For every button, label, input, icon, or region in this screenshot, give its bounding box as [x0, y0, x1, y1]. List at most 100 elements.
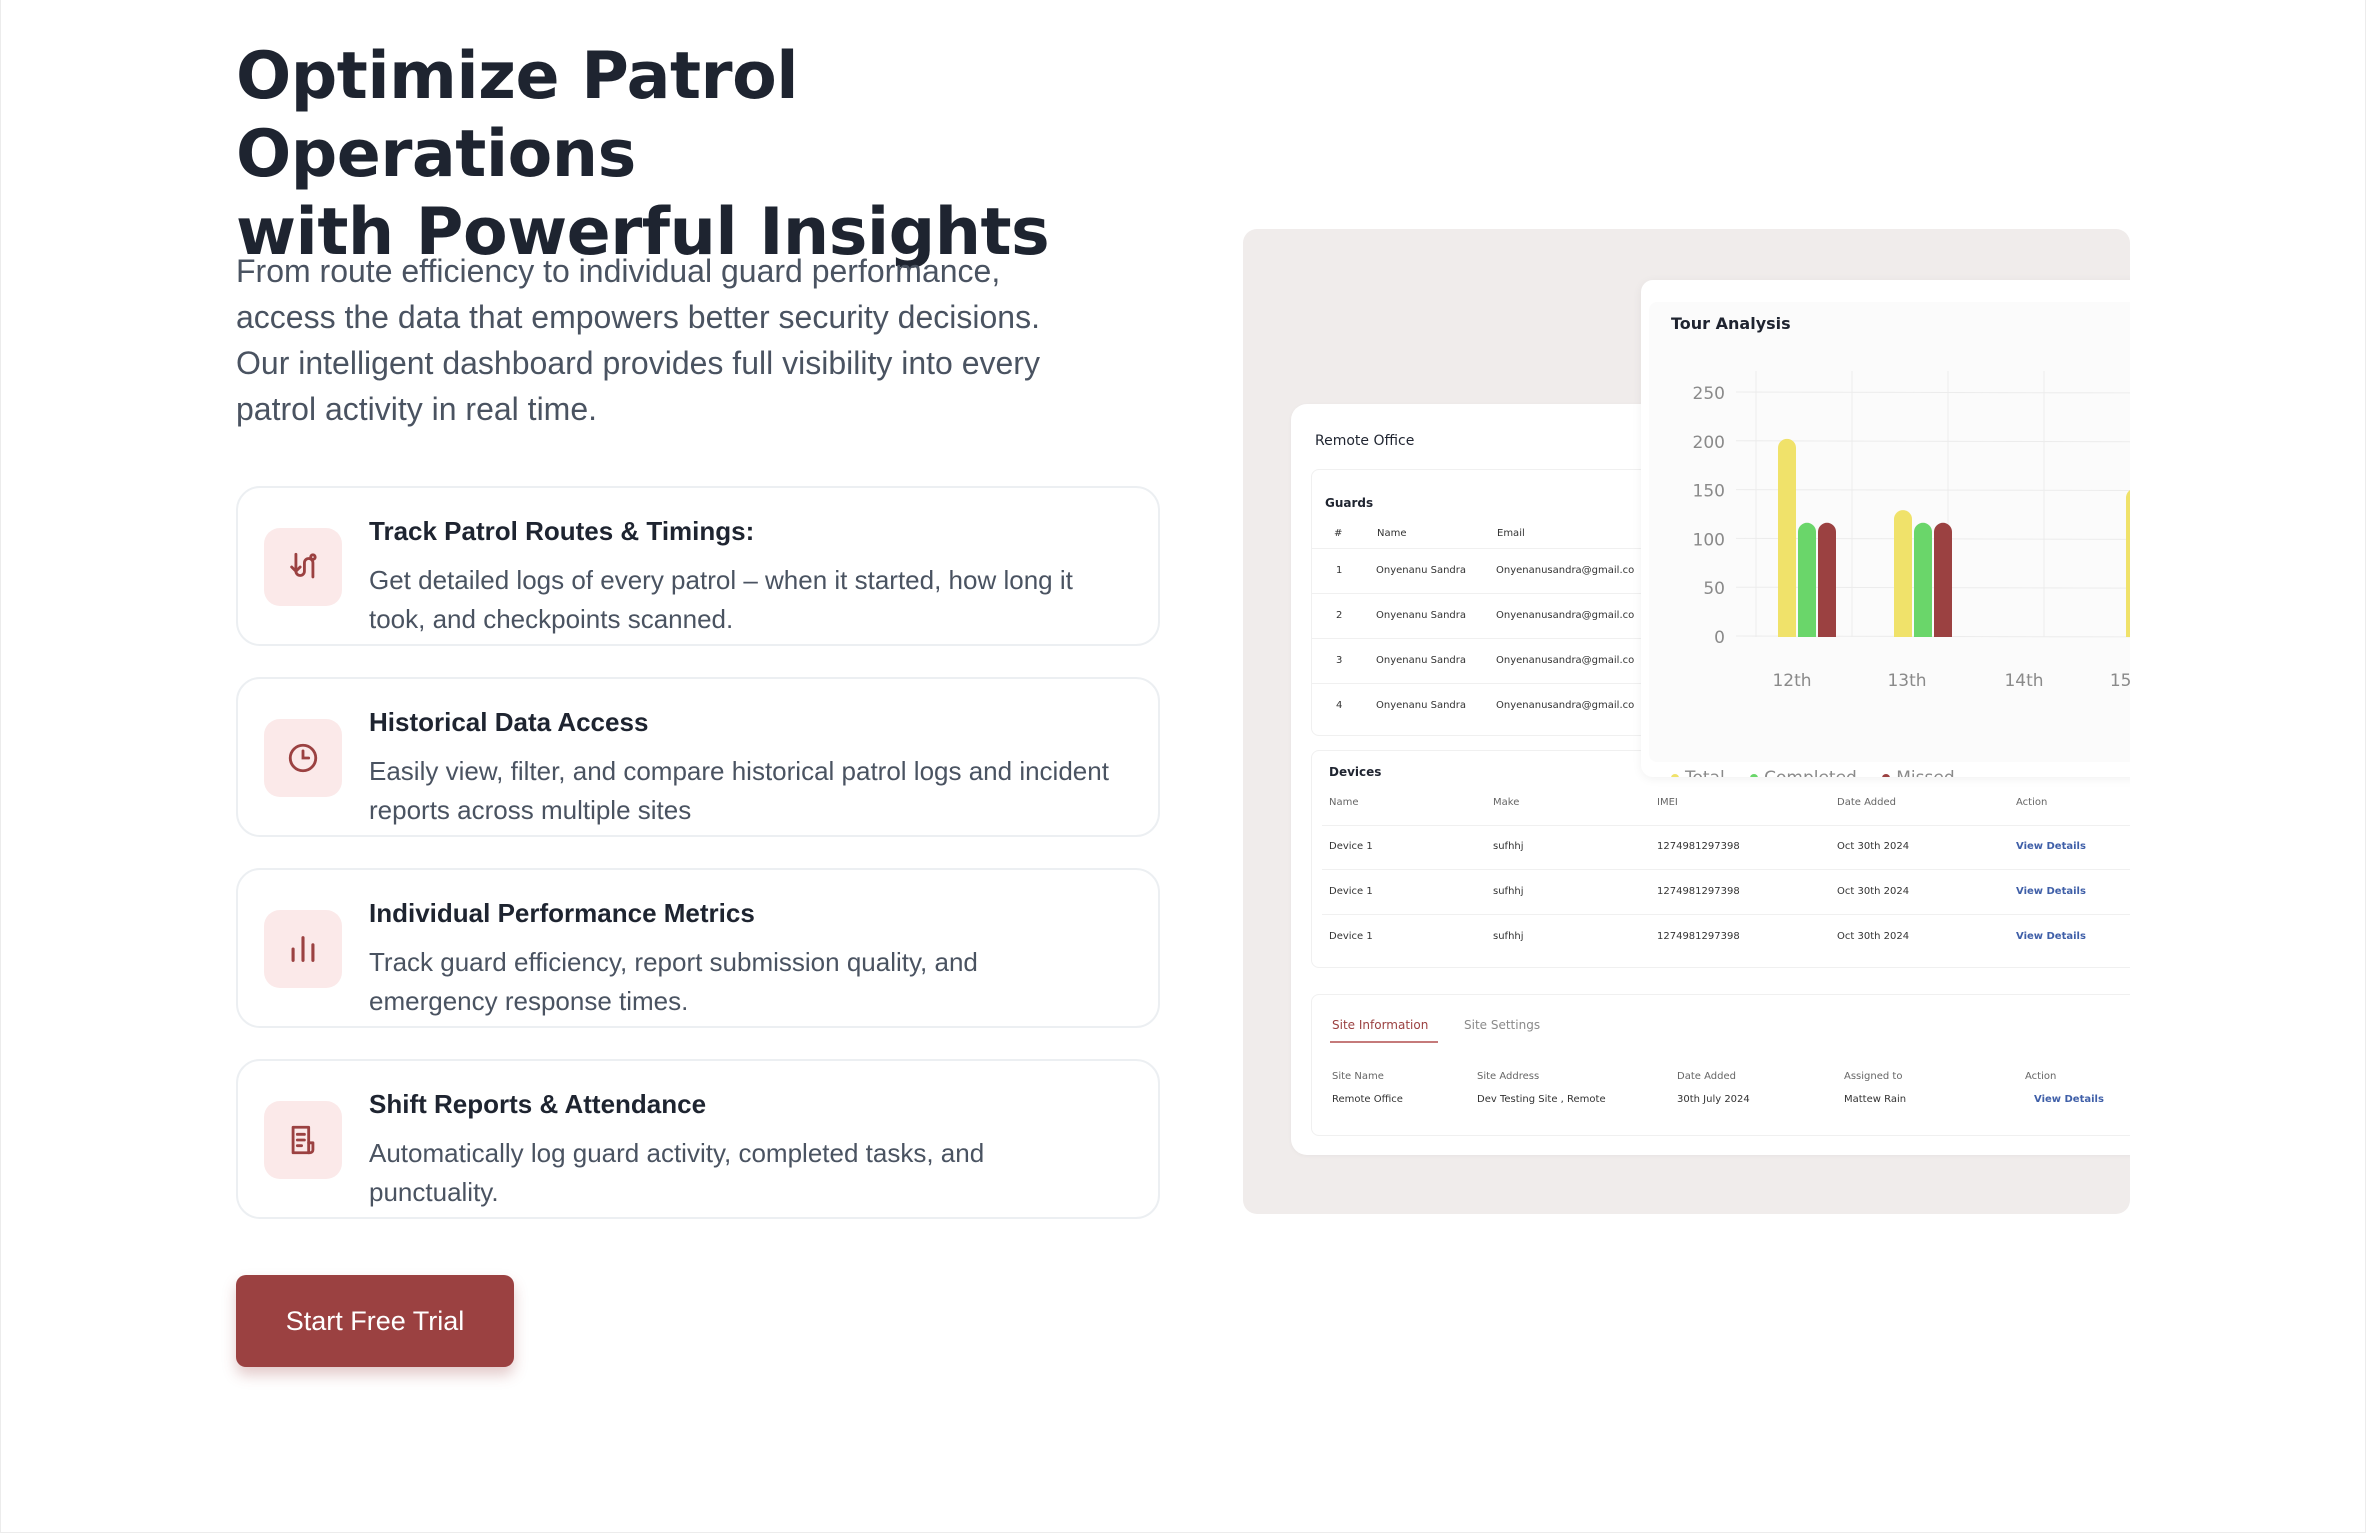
- guard-name: Onyenanu Sandra: [1376, 565, 1466, 576]
- site-info-label: Action: [2025, 1071, 2057, 1082]
- site-title: Remote Office: [1315, 433, 1415, 449]
- feature-title: Track Patrol Routes & Timings:: [369, 516, 755, 546]
- device-name: Device 1: [1329, 886, 1373, 897]
- y-tick-label: 150: [1693, 482, 1725, 502]
- view-details-link[interactable]: View Details: [2016, 886, 2086, 897]
- site-info-label: Assigned to: [1844, 1071, 1903, 1082]
- site-info-label: Date Added: [1677, 1071, 1736, 1082]
- feature-list: Track Patrol Routes & Timings: Get detai…: [236, 486, 1160, 1250]
- feature-card-routes: Track Patrol Routes & Timings: Get detai…: [236, 486, 1160, 646]
- guard-email: Onyenanusandra@gmail.co: [1496, 700, 1635, 711]
- bar-base-completed-12th: [1798, 627, 1816, 637]
- guard-email: Onyenanusandra@gmail.co: [1496, 655, 1635, 666]
- legend-swatch: [1750, 774, 1759, 777]
- device-name: Device 1: [1329, 841, 1373, 852]
- y-tick-label: 250: [1693, 384, 1725, 404]
- table-row: 4 Onyenanu Sandra Onyenanusandra@gmail.c…: [1312, 684, 1642, 728]
- device-imei: 1274981297398: [1657, 886, 1740, 897]
- guards-header-row: # Name Email: [1312, 518, 1642, 549]
- guards-header-cell: Name: [1377, 528, 1407, 539]
- table-row: Device 1 sufhhj 1274981297398 Oct 30th 2…: [1322, 825, 2130, 870]
- guards-header-cell: #: [1334, 528, 1343, 539]
- site-assigned-to-value: Mattew Rain: [1844, 1094, 1907, 1105]
- devices-header-row: Name Make IMEI Date Added Action: [1322, 781, 2130, 826]
- y-tick-label: 100: [1693, 530, 1725, 550]
- tour-analysis-chart: 0 50 100 150 200 250 12th 13th 14th 15t: [1693, 371, 2130, 691]
- legend-swatch: [1882, 774, 1891, 777]
- feature-card-history: Historical Data Access Easily view, filt…: [236, 677, 1160, 837]
- devices-title: Devices: [1329, 765, 1382, 779]
- legend-label: Total: [1685, 768, 1725, 777]
- device-make: sufhhj: [1493, 931, 1524, 942]
- devices-header-cell: Make: [1493, 797, 1520, 808]
- feature-title: Historical Data Access: [369, 707, 649, 737]
- tour-analysis-card: Tour Analysis 0 50 100 150 200 250 12th 13th 14t…: [1641, 280, 2130, 777]
- guard-email: Onyenanusandra@gmail.co: [1496, 610, 1635, 621]
- feature-description: Easily view, filter, and compare histori…: [369, 756, 1109, 825]
- bar-base-total-12th: [1778, 627, 1796, 637]
- feature-card-performance: Individual Performance Metrics Track gua…: [236, 868, 1160, 1028]
- bar-total-12th: [1778, 438, 1796, 637]
- start-free-trial-button[interactable]: Start Free Trial: [236, 1275, 514, 1367]
- table-row: Device 1 sufhhj 1274981297398 Oct 30th 2…: [1322, 915, 2130, 959]
- table-row: Device 1 sufhhj 1274981297398 Oct 30th 2…: [1322, 870, 2130, 915]
- legend-swatch: [1671, 774, 1679, 777]
- devices-header-cell: Date Added: [1837, 797, 1896, 808]
- x-tick-label: 14th: [2004, 671, 2043, 691]
- route-icon: [264, 528, 342, 606]
- report-icon: [264, 1101, 342, 1179]
- site-info-label: Site Address: [1477, 1071, 1540, 1082]
- devices-header-cell: Action: [2016, 797, 2048, 808]
- tab-site-information[interactable]: Site Information: [1332, 1018, 1428, 1032]
- site-name-value: Remote Office: [1332, 1094, 1403, 1105]
- guard-index: 4: [1336, 700, 1343, 711]
- feature-card-shift-reports: Shift Reports & Attendance Automatically…: [236, 1059, 1160, 1219]
- feature-description: Automatically log guard activity, comple…: [369, 1138, 985, 1207]
- site-info-label: Site Name: [1332, 1071, 1384, 1082]
- guard-index: 3: [1336, 655, 1343, 666]
- title-line-1: Optimize Patrol Operations: [236, 39, 799, 192]
- device-imei: 1274981297398: [1657, 841, 1740, 852]
- feature-description: Track guard efficiency, report submissio…: [369, 947, 978, 1016]
- clock-icon: [264, 719, 342, 797]
- table-row: 2 Onyenanu Sandra Onyenanusandra@gmail.c…: [1312, 594, 1642, 639]
- bar-base-missed-12th: [1818, 627, 1836, 637]
- device-make: sufhhj: [1493, 886, 1524, 897]
- bar-base-total-13th: [1894, 627, 1912, 637]
- guards-title: Guards: [1325, 496, 1374, 510]
- bar-base-missed-13th: [1934, 627, 1952, 637]
- legend-item-completed: Completed: [1750, 768, 1857, 777]
- guard-index: 2: [1336, 610, 1343, 621]
- guard-name: Onyenanu Sandra: [1376, 655, 1466, 666]
- page-title: Optimize Patrol Operations with Powerful…: [236, 38, 1216, 272]
- y-tick-label: 200: [1693, 433, 1725, 453]
- devices-header-cell: IMEI: [1657, 797, 1678, 808]
- guard-index: 1: [1336, 565, 1343, 576]
- bar-missed-12th: [1818, 522, 1836, 637]
- bar-chart-icon: [264, 910, 342, 988]
- guard-name: Onyenanu Sandra: [1376, 610, 1466, 621]
- view-details-link[interactable]: View Details: [2034, 1094, 2104, 1105]
- bar-total-13th: [1894, 510, 1912, 637]
- device-imei: 1274981297398: [1657, 931, 1740, 942]
- view-details-link[interactable]: View Details: [2016, 841, 2086, 852]
- view-details-link[interactable]: View Details: [2016, 931, 2086, 942]
- hero-description: From route efficiency to individual guar…: [236, 253, 1040, 427]
- tab-site-settings[interactable]: Site Settings: [1464, 1018, 1540, 1032]
- device-date-added: Oct 30th 2024: [1837, 886, 1910, 897]
- device-date-added: Oct 30th 2024: [1837, 931, 1910, 942]
- dashboard-preview: Remote Office Guards # Name Email 1 Onye…: [1243, 229, 2130, 1214]
- device-make: sufhhj: [1493, 841, 1524, 852]
- x-tick-label: 13th: [1887, 671, 1926, 691]
- legend-item-total: Total: [1671, 768, 1725, 777]
- devices-table: Devices Name Make IMEI Date Added Action…: [1311, 750, 2130, 968]
- device-name: Device 1: [1329, 931, 1373, 942]
- devices-header-cell: Name: [1329, 797, 1359, 808]
- site-info-box: Site Information Site Settings Site Name…: [1311, 994, 2130, 1136]
- x-tick-label: 12th: [1772, 671, 1811, 691]
- table-row: 3 Onyenanu Sandra Onyenanusandra@gmail.c…: [1312, 639, 1642, 684]
- site-date-added-value: 30th July 2024: [1677, 1094, 1750, 1105]
- guard-name: Onyenanu Sandra: [1376, 700, 1466, 711]
- bar-total-15t: [2126, 490, 2130, 636]
- table-row: 1 Onyenanu Sandra Onyenanusandra@gmail.c…: [1312, 549, 1642, 594]
